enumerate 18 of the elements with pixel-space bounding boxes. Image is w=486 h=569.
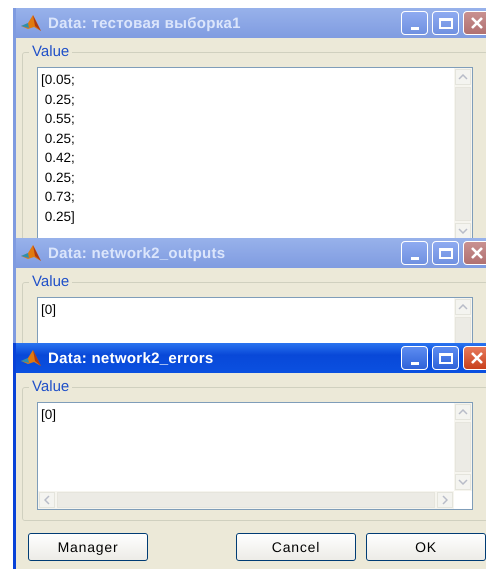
- value-line: 0.25]: [44, 208, 76, 226]
- value-line: [0]: [41, 406, 58, 424]
- value-text-area[interactable]: [0]: [37, 402, 473, 510]
- value-line: 0.25;: [44, 168, 76, 186]
- value-text-area[interactable]: [0.05; 0.25; 0.55; 0.25; 0.42; 0.25; 0.73; 0.25]: [37, 67, 473, 241]
- value-line: [0]: [41, 301, 58, 319]
- window-title: Data: network2_outputs: [48, 244, 226, 262]
- value-line: 0.25;: [44, 130, 76, 148]
- value-line: 0.55;: [44, 110, 76, 128]
- dialog-button[interactable]: Manager: [28, 533, 148, 561]
- value-line: 0.73;: [44, 188, 76, 206]
- window-title: Data: network2_errors: [48, 350, 215, 366]
- dialog-button[interactable]: Cancel: [236, 533, 356, 561]
- dialog-button[interactable]: OK: [366, 533, 486, 561]
- value-line: 0.25;: [44, 90, 76, 108]
- value-line: [0.05;: [41, 71, 76, 89]
- value-line: 0.42;: [44, 149, 76, 167]
- window-title: Data: тестовая выборка1: [48, 14, 242, 32]
